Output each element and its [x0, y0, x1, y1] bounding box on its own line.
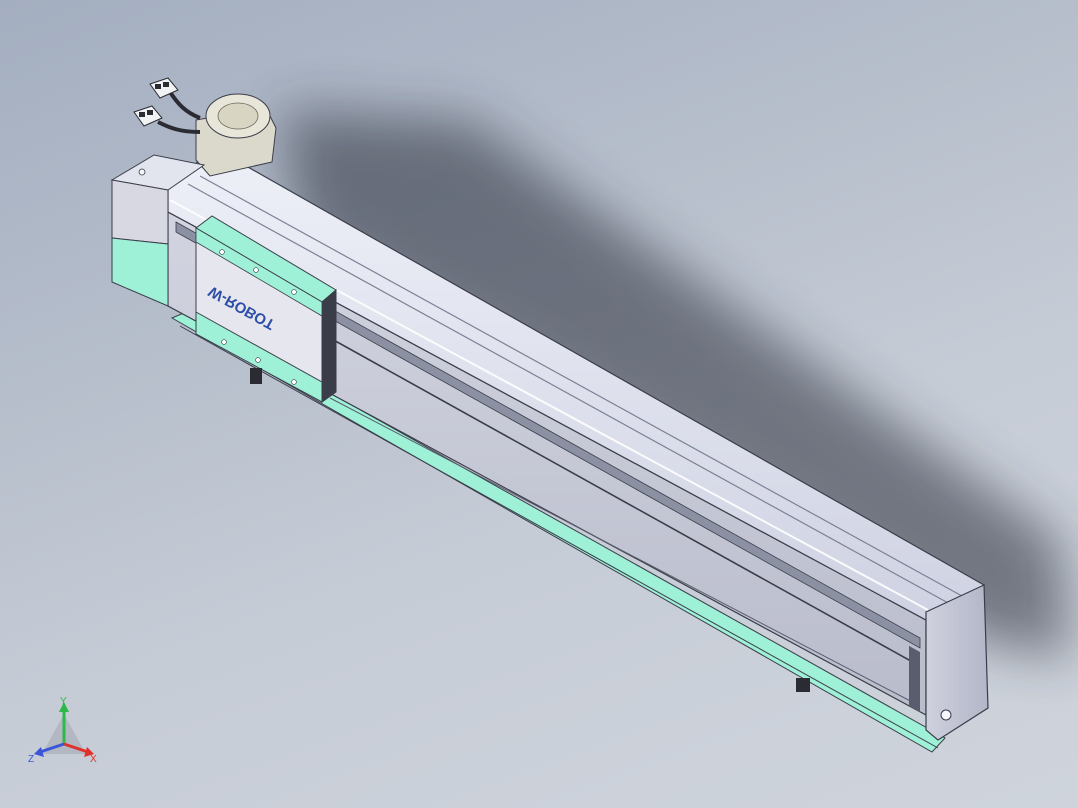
- carriage-right-face: [321, 288, 337, 403]
- motor-cable-1: [168, 90, 201, 120]
- sensor-block-right: [796, 678, 810, 692]
- mount-bolt: [138, 168, 146, 176]
- coordinate-triad: Y X Z: [28, 696, 97, 765]
- carriage-bolt: [291, 289, 297, 295]
- motor-face-inner: [217, 102, 259, 130]
- carriage-bolt: [255, 357, 261, 363]
- end-cap-hole: [940, 709, 952, 721]
- triad-y-label: Y: [60, 696, 67, 707]
- motor-cable-2: [157, 120, 201, 134]
- carriage-bolt: [291, 379, 297, 385]
- 3d-model-viewport[interactable]: W-ROBOT Y X Z: [0, 0, 1078, 808]
- end-cap-plate: [909, 645, 920, 712]
- carriage-bolt: [219, 249, 225, 255]
- motor-mount-block-side: [111, 179, 169, 245]
- linear-actuator-model[interactable]: W-ROBOT: [0, 0, 1078, 808]
- sensor-block-left: [250, 368, 262, 384]
- triad-x-label: X: [90, 754, 97, 765]
- end-cap: [925, 584, 989, 741]
- motor-mount-teal-band: [111, 237, 169, 307]
- triad-z-label: Z: [28, 754, 34, 765]
- carriage-bolt: [221, 339, 227, 345]
- carriage-bolt: [253, 267, 259, 273]
